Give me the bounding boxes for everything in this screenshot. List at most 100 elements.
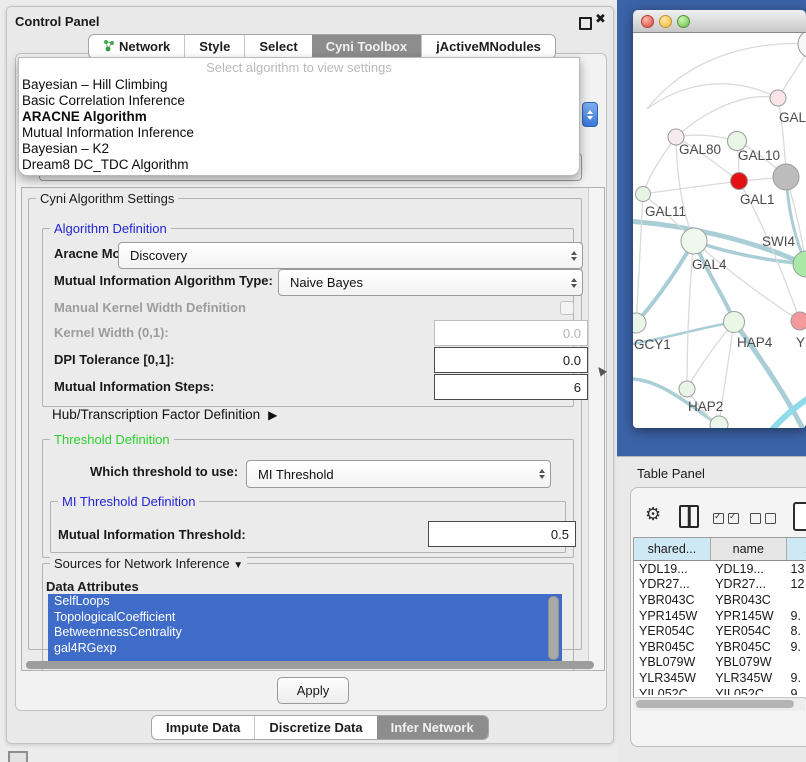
minimize-traffic-light[interactable] <box>659 15 672 28</box>
tab-infer-network[interactable]: Infer Network <box>377 716 488 739</box>
network-node[interactable] <box>770 90 786 106</box>
attribute-item[interactable]: gal4RGexp <box>48 641 562 657</box>
combo-stepper-icon <box>571 251 577 261</box>
manual-kernel-checkbox[interactable] <box>560 301 574 315</box>
network-node[interactable] <box>724 312 745 333</box>
hub-definition-expander[interactable]: Hub/Transcription Factor Definition ▶ <box>52 407 277 422</box>
deselect-all-columns-icon[interactable] <box>750 512 780 527</box>
network-node[interactable] <box>710 416 728 428</box>
tab-cyni-toolbox[interactable]: Cyni Toolbox <box>312 35 421 58</box>
network-node[interactable] <box>773 164 799 190</box>
attributes-scrollbar[interactable] <box>548 596 559 660</box>
table-cell: YBR045C <box>710 640 785 654</box>
stepper-down-icon <box>587 116 593 120</box>
tab-impute-data[interactable]: Impute Data <box>152 716 254 739</box>
node-label: GAL4 <box>692 257 727 272</box>
tab-select[interactable]: Select <box>244 35 311 58</box>
table-row[interactable]: YBR043CYBR043C <box>634 592 806 608</box>
select-all-columns-icon[interactable] <box>713 512 743 527</box>
kernel-width-value: 0.0 <box>563 326 581 341</box>
table-row[interactable]: YER054CYER054C8. <box>634 623 806 639</box>
apply-button[interactable]: Apply <box>277 677 349 704</box>
algorithm-item[interactable]: Bayesian – Hill Climbing <box>22 77 572 93</box>
bottom-left-button[interactable] <box>8 751 28 762</box>
close-icon[interactable]: ✖ <box>595 12 606 27</box>
inference-combo-stepper[interactable] <box>582 102 598 127</box>
table-row[interactable]: YDR27...YDR27...12 <box>634 577 806 593</box>
columns-icon[interactable] <box>679 505 699 528</box>
network-edge[interactable] <box>694 241 734 322</box>
network-node[interactable] <box>681 228 707 254</box>
mi-threshold-group-title: MI Threshold Definition <box>58 494 199 509</box>
attribute-item[interactable]: BetweennessCentrality <box>48 625 562 641</box>
bottom-tab-bar: Impute DataDiscretize DataInfer Network <box>151 715 489 740</box>
algorithm-item[interactable]: Bayesian – K2 <box>22 141 572 157</box>
algorithm-item[interactable]: ARACNE Algorithm <box>22 109 572 125</box>
network-node[interactable] <box>731 173 748 190</box>
table-cell: 9 <box>786 687 806 695</box>
data-attributes-list[interactable]: SelfLoopsTopologicalCoefficientBetweenne… <box>48 594 562 662</box>
kernel-width-label: Kernel Width (0,1): <box>54 325 169 340</box>
float-window-icon[interactable] <box>579 17 592 30</box>
top-tab-bar: Network StyleSelectCyni ToolboxjActiveMNo… <box>88 34 556 59</box>
table-cell: 13 <box>786 562 806 576</box>
combo-stepper-icon <box>539 469 545 479</box>
mi-steps-field[interactable]: 6 <box>434 374 588 400</box>
table-cell: YBL079W <box>710 655 785 669</box>
tab-label: Network <box>119 39 170 54</box>
network-edge[interactable] <box>676 97 778 137</box>
horizontal-scrollbar-thumb[interactable] <box>26 661 594 669</box>
panel-icon[interactable] <box>793 502 806 531</box>
column-header-name[interactable]: name <box>711 538 787 560</box>
network-node[interactable] <box>791 312 806 330</box>
tab-discretize-data[interactable]: Discretize Data <box>254 716 376 739</box>
aracne-mode-combo[interactable]: Discovery <box>118 242 583 269</box>
table-row[interactable]: YIL052CYIL052C9 <box>634 686 806 695</box>
algorithm-item[interactable]: Basic Correlation Inference <box>22 93 572 109</box>
kernel-width-field[interactable]: 0.0 <box>434 320 588 346</box>
column-header-A[interactable]: A <box>787 538 806 560</box>
table-row[interactable]: YLR345WYLR345W9. <box>634 670 806 686</box>
table-row[interactable]: YPR145WYPR145W9. <box>634 608 806 624</box>
tab-style[interactable]: Style <box>184 35 244 58</box>
mi-type-combo[interactable]: Naive Bayes <box>278 269 583 296</box>
network-node[interactable] <box>793 251 806 277</box>
network-edge[interactable] <box>636 194 643 323</box>
vertical-scrollbar[interactable] <box>588 188 605 670</box>
table-panel-title: Table Panel <box>637 466 705 481</box>
column-header-shared[interactable]: shared... <box>634 538 711 560</box>
close-traffic-light[interactable] <box>641 15 654 28</box>
mi-threshold-value: 0.5 <box>551 527 569 542</box>
network-node[interactable] <box>679 381 695 397</box>
table-cell: YBL079W <box>634 655 710 669</box>
network-edge[interactable] <box>636 241 694 323</box>
network-window-titlebar[interactable] <box>633 10 806 33</box>
threshold-definition-title: Threshold Definition <box>50 432 174 447</box>
network-canvas[interactable]: GALGAL80GAL10GAL1GAL11SWI4GAL4GCY1HAP4YH… <box>633 33 806 428</box>
sources-expander[interactable]: Sources for Network Inference ▼ <box>50 556 247 571</box>
tab-jactivemnodules[interactable]: jActiveMNodules <box>421 35 555 58</box>
table-hscrollbar[interactable] <box>633 697 805 711</box>
tab-network[interactable]: Network <box>89 35 184 58</box>
mi-threshold-field[interactable]: 0.5 <box>428 521 576 547</box>
network-node[interactable] <box>636 187 651 202</box>
table-row[interactable]: YDL19...YDL19...13 <box>634 561 806 577</box>
algorithm-item[interactable]: Dream8 DC_TDC Algorithm <box>22 157 572 173</box>
table-hscrollbar-thumb[interactable] <box>636 700 794 708</box>
which-threshold-combo[interactable]: MI Threshold <box>246 460 551 488</box>
zoom-traffic-light[interactable] <box>677 15 690 28</box>
dpi-tolerance-field[interactable]: 0.0 <box>434 347 588 373</box>
network-node[interactable] <box>798 33 806 58</box>
table-row[interactable]: YBL079WYBL079W <box>634 655 806 671</box>
stepper-up-icon <box>587 110 593 114</box>
table-row[interactable]: YBR045CYBR045C9. <box>634 639 806 655</box>
network-edge[interactable] <box>643 181 739 194</box>
attribute-item[interactable]: TopologicalCoefficient <box>48 610 562 626</box>
attribute-item[interactable]: SelfLoops <box>48 594 562 610</box>
network-edge[interactable] <box>643 137 676 194</box>
gear-icon[interactable]: ⚙ <box>645 504 661 525</box>
table-cell: YBR043C <box>710 593 785 607</box>
algorithm-item[interactable]: Mutual Information Inference <box>22 125 572 141</box>
network-edge[interactable] <box>687 322 734 389</box>
settings-scrollpane: Cyni Algorithm Settings Algorithm Defini… <box>21 187 605 671</box>
